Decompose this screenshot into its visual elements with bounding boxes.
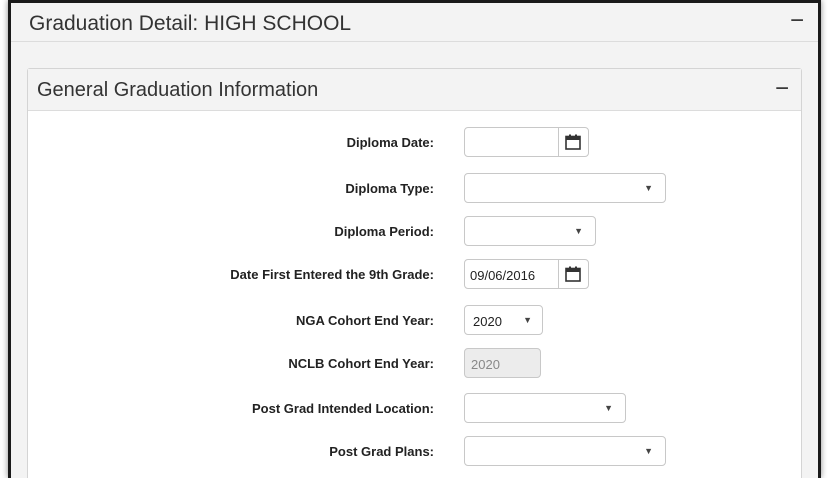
nclb-cohort-field: 2020 — [464, 348, 541, 378]
post-grad-location-label: Post Grad Intended Location: — [251, 401, 434, 416]
general-graduation-title: General Graduation Information — [37, 79, 319, 101]
general-graduation-header: General Graduation Information − — [28, 69, 801, 111]
diploma-date-field[interactable] — [464, 127, 589, 157]
caret-down-icon: ▼ — [644, 446, 653, 456]
post-grad-location-row: Post Grad Intended Location: ▼ — [28, 393, 801, 423]
diploma-date-label: Diploma Date: — [346, 135, 434, 150]
post-grad-location-select[interactable]: ▼ — [464, 393, 626, 423]
diploma-date-calendar-button[interactable] — [558, 128, 588, 156]
caret-down-icon: ▼ — [523, 315, 532, 325]
graduation-detail-title: Graduation Detail: HIGH SCHOOL — [29, 12, 352, 35]
calendar-icon — [565, 266, 581, 282]
nclb-cohort-row: NCLB Cohort End Year: 2020 — [28, 348, 801, 378]
diploma-type-select[interactable]: ▼ — [464, 173, 666, 203]
caret-down-icon: ▼ — [644, 183, 653, 193]
diploma-date-row: Diploma Date: — [28, 127, 801, 157]
graduation-detail-window: Graduation Detail: HIGH SCHOOL − General… — [8, 0, 821, 478]
nga-cohort-select[interactable]: 2020 ▼ — [464, 305, 543, 335]
post-grad-plans-row: Post Grad Plans: ▼ — [28, 436, 801, 466]
date-first-9th-label: Date First Entered the 9th Grade: — [230, 267, 434, 282]
date-first-9th-row: Date First Entered the 9th Grade: 09/06/… — [28, 259, 801, 289]
diploma-type-row: Diploma Type: ▼ — [28, 173, 801, 203]
post-grad-plans-select[interactable]: ▼ — [464, 436, 666, 466]
graduation-detail-collapse-icon[interactable]: − — [790, 7, 804, 35]
date-first-9th-field[interactable]: 09/06/2016 — [464, 259, 589, 289]
nclb-cohort-value: 2020 — [471, 357, 500, 372]
graduation-detail-header: Graduation Detail: HIGH SCHOOL − — [11, 3, 818, 42]
caret-down-icon: ▼ — [574, 226, 583, 236]
nclb-cohort-label: NCLB Cohort End Year: — [288, 356, 434, 371]
diploma-period-label: Diploma Period: — [334, 224, 434, 239]
diploma-type-label: Diploma Type: — [345, 181, 434, 196]
calendar-icon — [565, 134, 581, 150]
diploma-period-row: Diploma Period: ▼ — [28, 216, 801, 246]
post-grad-plans-label: Post Grad Plans: — [329, 444, 434, 459]
date-first-9th-calendar-button[interactable] — [558, 260, 588, 288]
caret-down-icon: ▼ — [604, 403, 613, 413]
nga-cohort-label: NGA Cohort End Year: — [296, 313, 434, 328]
diploma-period-select[interactable]: ▼ — [464, 216, 596, 246]
date-first-9th-value: 09/06/2016 — [470, 268, 536, 283]
nga-cohort-value: 2020 — [473, 314, 502, 329]
general-graduation-collapse-icon[interactable]: − — [775, 75, 789, 103]
general-graduation-panel: General Graduation Information − Diploma… — [27, 68, 802, 478]
nga-cohort-row: NGA Cohort End Year: 2020 ▼ — [28, 305, 801, 335]
